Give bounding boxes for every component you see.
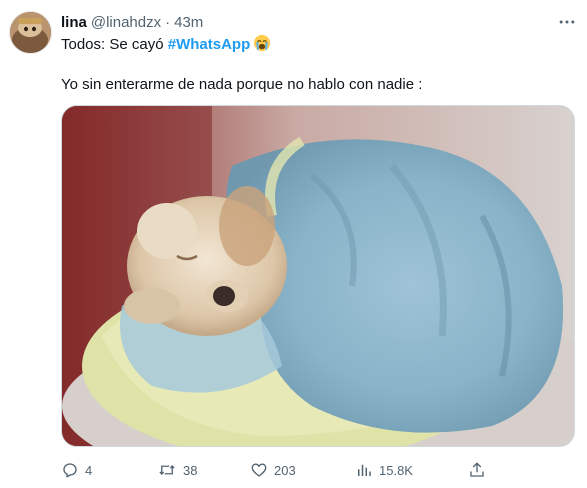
tweet-text-line-1: Todos: Se cayó #WhatsApp bbox=[61, 34, 271, 57]
user-handle[interactable]: @linahdzx bbox=[91, 14, 161, 31]
share-button[interactable] bbox=[468, 460, 486, 480]
crying-face-emoji-icon bbox=[253, 34, 271, 57]
analytics-icon bbox=[358, 464, 371, 476]
tweet-text-prefix: Todos: Se cayó bbox=[61, 36, 168, 53]
more-options-button[interactable] bbox=[555, 10, 579, 34]
reply-icon bbox=[63, 463, 77, 478]
avatar[interactable] bbox=[9, 11, 52, 54]
reply-count: 4 bbox=[85, 462, 93, 478]
timestamp[interactable]: 43m bbox=[174, 14, 203, 31]
like-count: 203 bbox=[274, 462, 296, 478]
hashtag-link[interactable]: #WhatsApp bbox=[168, 36, 251, 53]
tweet-header: lina @linahdzx · 43m bbox=[61, 13, 203, 31]
retweet-button[interactable]: 38 bbox=[157, 460, 197, 480]
more-icon bbox=[559, 20, 575, 24]
tweet-text-line-2: Yo sin enterarme de nada porque no hablo… bbox=[61, 76, 423, 93]
separator-dot: · bbox=[165, 13, 171, 31]
display-name[interactable]: lina bbox=[61, 14, 87, 31]
like-button[interactable]: 203 bbox=[250, 460, 296, 480]
views-count: 15.8K bbox=[379, 462, 413, 478]
retweet-count: 38 bbox=[183, 462, 198, 478]
reply-button[interactable]: 4 bbox=[61, 460, 92, 480]
retweet-icon bbox=[159, 464, 175, 476]
tweet-actions-bar: 4 38 203 15.8K bbox=[61, 460, 581, 480]
views-button[interactable]: 15.8K bbox=[355, 460, 413, 480]
heart-icon bbox=[251, 463, 267, 477]
tweet-media-image[interactable] bbox=[61, 105, 575, 447]
share-icon bbox=[470, 462, 484, 477]
sleeping-puppy-in-blanket-image bbox=[62, 106, 574, 446]
